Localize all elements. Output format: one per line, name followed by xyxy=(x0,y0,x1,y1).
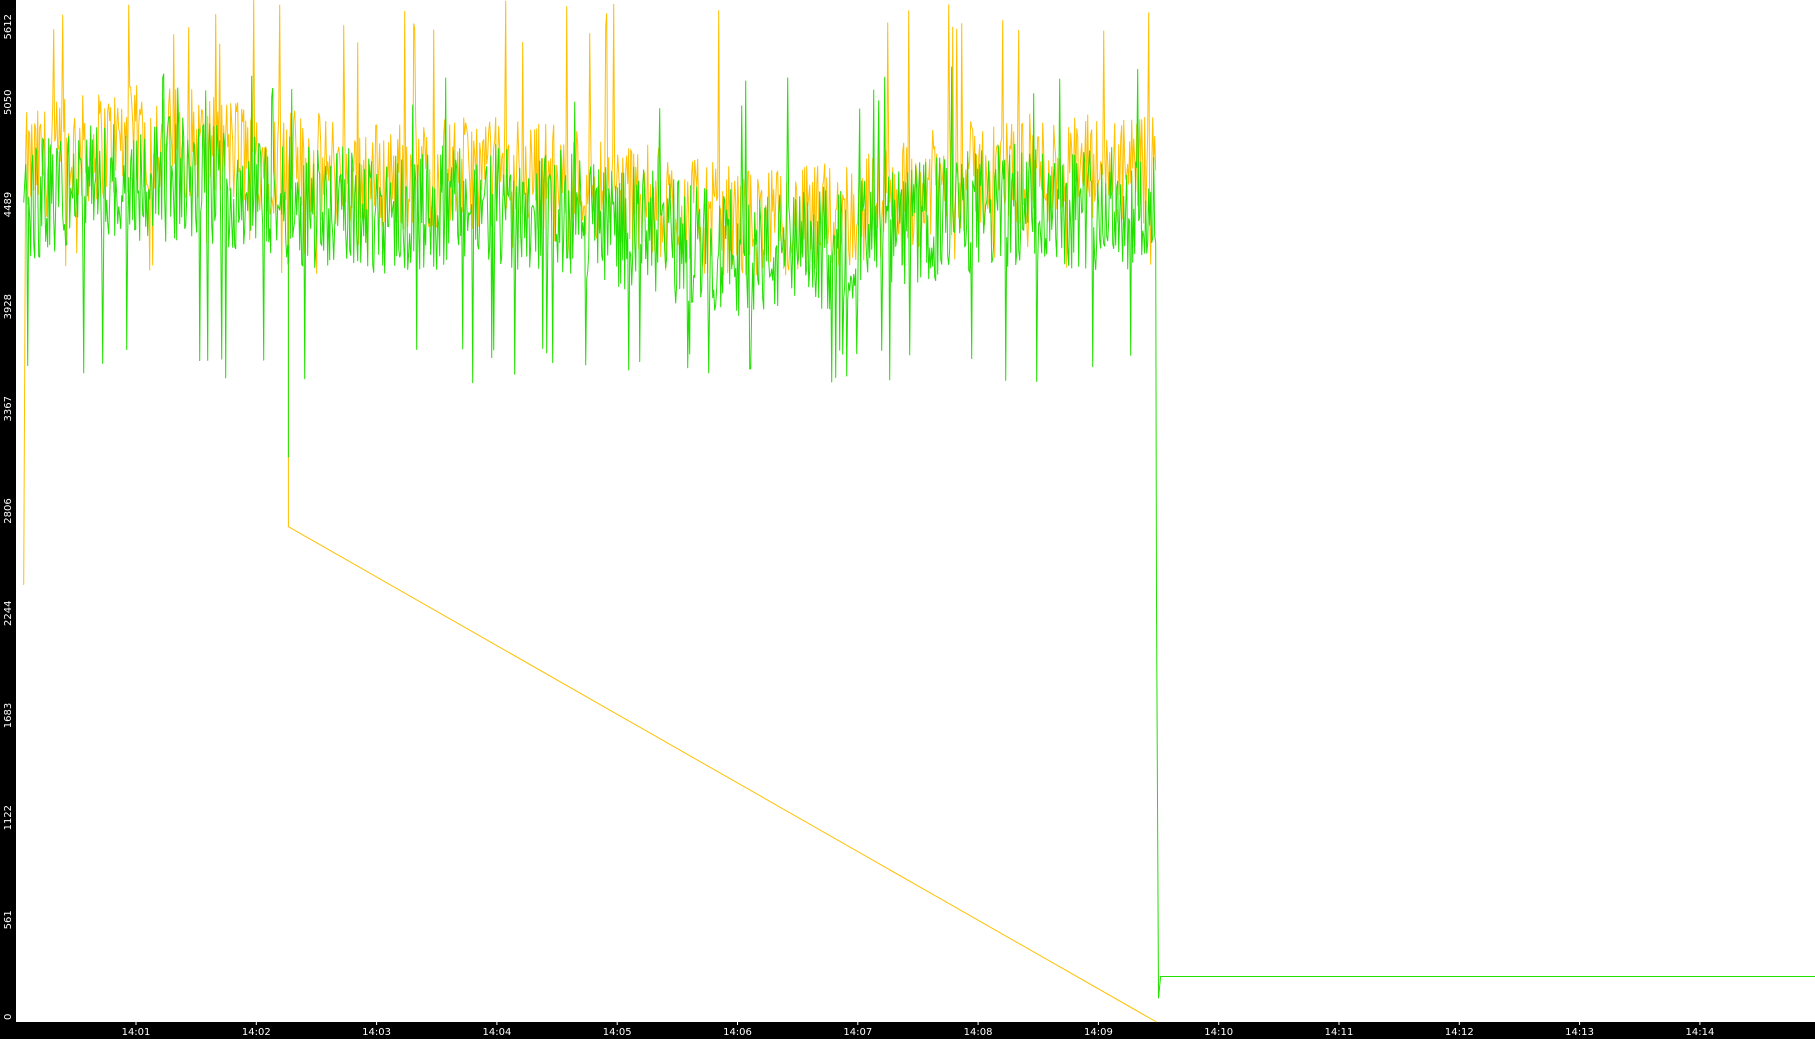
y-axis-ticks: 0 561 1122 1683 2244 2806 3367 3928 4489 5050 5612 xyxy=(3,14,14,1020)
y-tick-label: 3928 xyxy=(3,294,14,319)
y-tick-label: 561 xyxy=(3,910,14,929)
x-tick-label: 14:03 xyxy=(362,1027,391,1038)
x-tick-label: 14:01 xyxy=(122,1027,151,1038)
x-tick-label: 14:04 xyxy=(482,1027,511,1038)
x-tick-label: 14:10 xyxy=(1204,1027,1233,1038)
x-tick-label: 14:09 xyxy=(1084,1027,1113,1038)
x-tick-label: 14:08 xyxy=(964,1027,993,1038)
y-tick-label: 5612 xyxy=(3,14,14,39)
y-tick-label: 3367 xyxy=(3,396,14,421)
series-layer xyxy=(23,0,1815,1023)
y-tick-label: 5050 xyxy=(3,90,14,115)
chart-area: 0 561 1122 1683 2244 2806 3367 3928 4489 5050 5612… xyxy=(0,0,1815,1039)
x-tick-label: 14:02 xyxy=(242,1027,271,1038)
x-tick-label: 14:14 xyxy=(1685,1027,1714,1038)
x-tick-label: 14:12 xyxy=(1445,1027,1474,1038)
series-2-line xyxy=(23,66,1815,999)
x-tick-label: 14:07 xyxy=(843,1027,872,1038)
x-axis-ticks: 14:01 14:02 14:03 14:04 14:05 14:06 14:07 14:08… xyxy=(122,1022,1714,1038)
x-tick-label: 14:11 xyxy=(1325,1027,1354,1038)
y-tick-label: 1683 xyxy=(3,703,14,728)
y-tick-label: 0 xyxy=(3,1014,14,1020)
y-tick-label: 2806 xyxy=(3,498,14,523)
y-tick-label: 4489 xyxy=(3,192,14,217)
line-chart: 0 561 1122 1683 2244 2806 3367 3928 4489 5050 5612… xyxy=(3,0,1815,1038)
y-tick-label: 1122 xyxy=(3,805,14,830)
x-tick-label: 14:13 xyxy=(1565,1027,1594,1038)
x-tick-label: 14:05 xyxy=(603,1027,632,1038)
x-tick-label: 14:06 xyxy=(723,1027,752,1038)
y-tick-label: 2244 xyxy=(3,601,14,626)
